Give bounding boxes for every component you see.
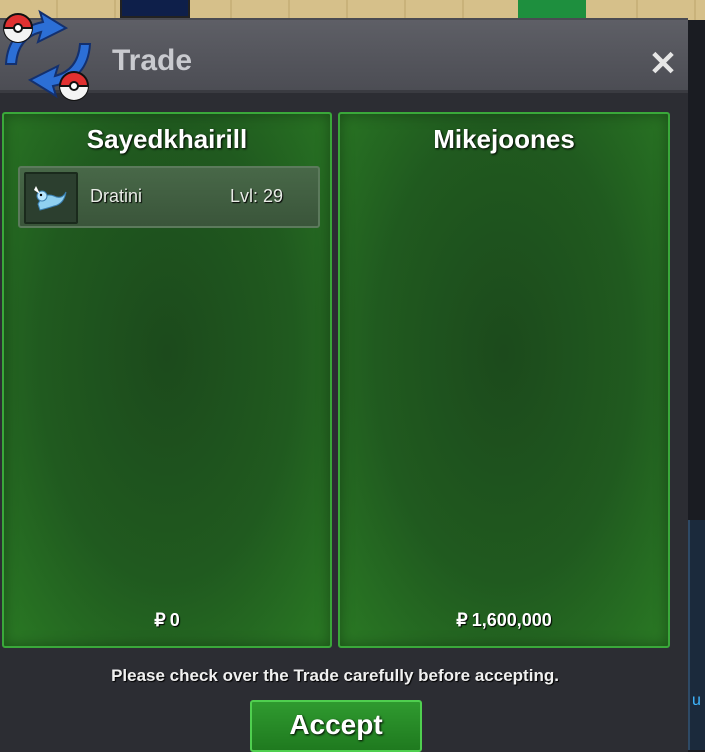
accept-button[interactable]: Accept [250, 700, 422, 752]
trade-notice: Please check over the Trade carefully be… [111, 666, 559, 685]
pokemon-sprite-icon [24, 172, 78, 224]
my-offer-panel: Sayedkhairill Dratini Lvl: 29 ₽0 [2, 112, 332, 648]
money-offer-left: ₽0 [4, 610, 330, 631]
money-amount-right: 1,600,000 [471, 610, 552, 630]
trade-window: Trade ✕ Sayedkhairill Dratini Lvl: 29 ₽0… [0, 9, 688, 752]
game-world-backdrop [0, 0, 705, 20]
player-name-right: Mikejoones [433, 124, 575, 154]
side-hud-panel [688, 520, 705, 750]
world-object-dark [120, 0, 190, 18]
partner-offer-panel: Mikejoones ₽1,600,000 [338, 112, 670, 648]
side-hud-text: u [692, 692, 701, 709]
window-title: Trade [112, 44, 193, 77]
money-amount-left: 0 [169, 610, 180, 630]
pokedollar-icon: ₽ [154, 610, 166, 630]
close-icon[interactable]: ✕ [648, 47, 678, 81]
pokedollar-icon: ₽ [456, 610, 468, 630]
money-offer-right: ₽1,600,000 [340, 610, 668, 631]
offer-item-pokemon[interactable]: Dratini Lvl: 29 [18, 166, 320, 228]
pokemon-level: Lvl: 29 [230, 186, 284, 206]
world-object-green [518, 0, 586, 18]
trade-titlebar[interactable]: Trade ✕ [0, 9, 688, 101]
player-name-left: Sayedkhairill [86, 124, 248, 154]
trade-swap-icon [3, 9, 92, 101]
pokemon-name: Dratini [90, 186, 143, 206]
